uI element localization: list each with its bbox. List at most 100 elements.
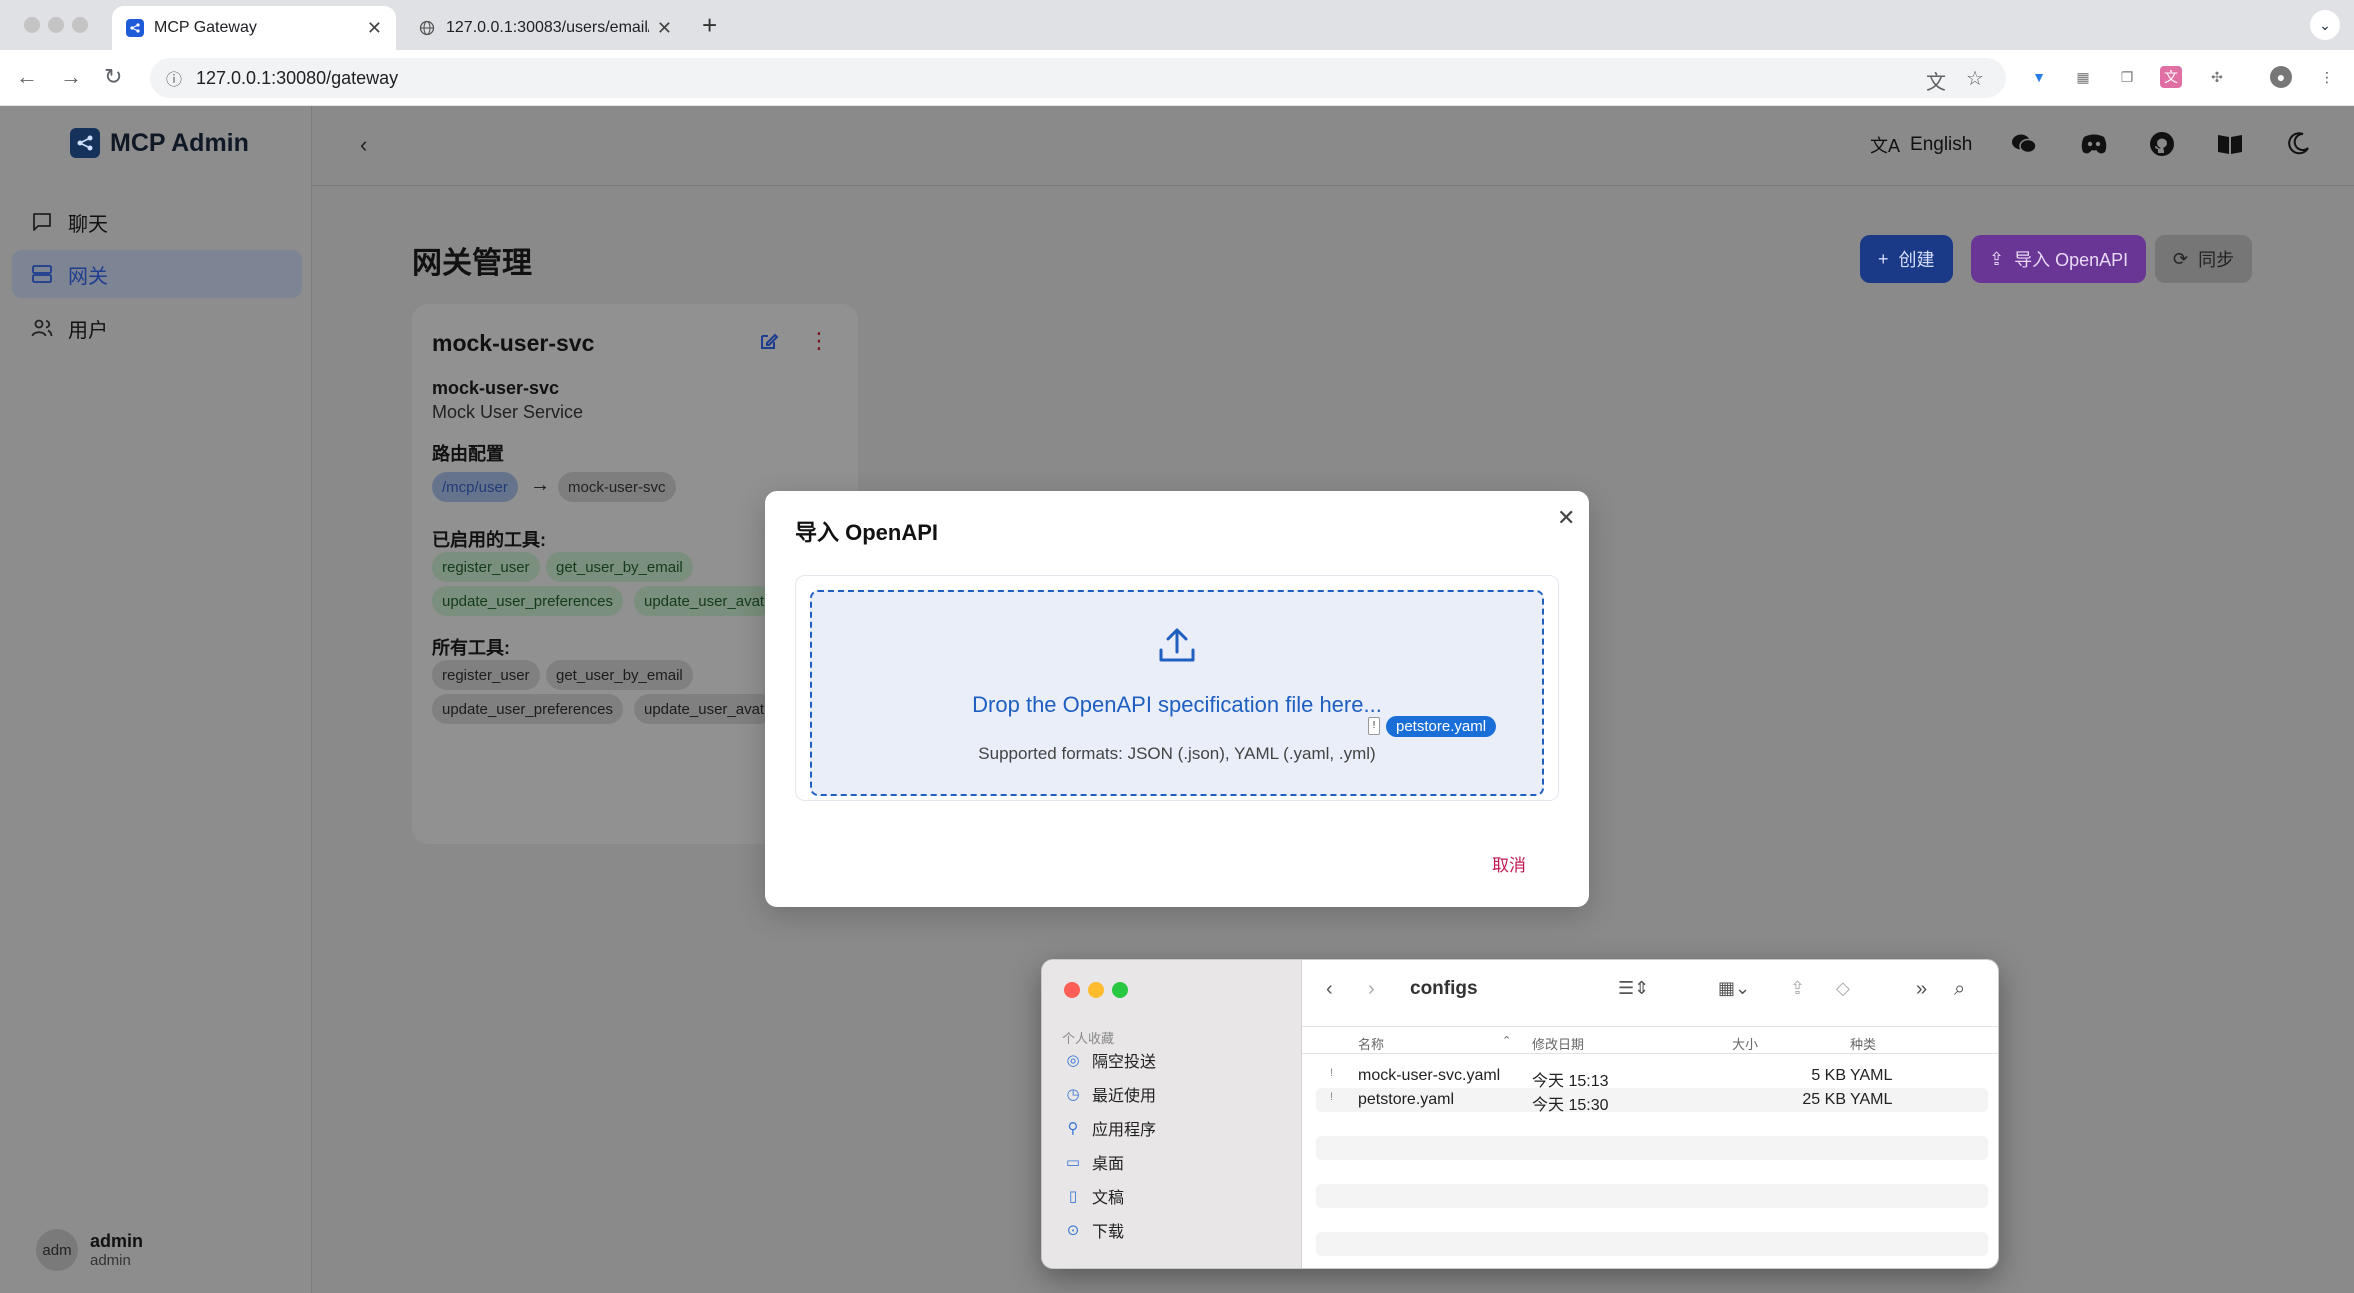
new-tab-button[interactable]: + xyxy=(702,10,717,41)
download-icon: ⊙ xyxy=(1066,1222,1080,1239)
dialog-title: 导入 OpenAPI xyxy=(795,520,939,545)
file-drop-zone[interactable]: Drop the OpenAPI specification file here… xyxy=(810,590,1544,796)
routing-section-label: 路由配置 xyxy=(432,444,504,464)
import-openapi-button[interactable]: ⇪ 导入 OpenAPI xyxy=(1971,235,2147,283)
file-size: 5 KB xyxy=(1811,1067,1846,1084)
enabled-tools-label: 已启用的工具: xyxy=(432,530,546,550)
upload-icon: ⇪ xyxy=(1989,248,2005,269)
gateway-favicon-icon xyxy=(126,19,144,37)
reload-icon[interactable]: ↻ xyxy=(104,64,122,90)
sidebar-item-label: 最近使用 xyxy=(1092,1088,1157,1105)
empty-row-stripe xyxy=(1316,1136,1988,1160)
tab-users-email[interactable]: 127.0.0.1:30083/users/email/ ✕ xyxy=(404,6,686,50)
translate-icon[interactable]: 文 xyxy=(1926,66,1946,95)
column-header-size[interactable]: 大小 xyxy=(1732,1034,1758,1053)
column-header-name[interactable]: 名称 xyxy=(1358,1034,1384,1053)
sidebar-item-label: 聊天 xyxy=(68,213,108,236)
dark-mode-moon-icon[interactable] xyxy=(2282,128,2314,160)
file-name: mock-user-svc.yaml xyxy=(1358,1067,1501,1084)
extension-translate-icon[interactable]: 文 xyxy=(2160,66,2182,88)
sidebar-item-applications[interactable]: ⚲ 应用程序 xyxy=(1064,1116,1157,1140)
sidebar-item-label: 网关 xyxy=(68,265,108,288)
github-icon[interactable] xyxy=(2146,128,2178,160)
column-header-date[interactable]: 修改日期 xyxy=(1532,1034,1584,1053)
forward-chevron-icon[interactable]: › xyxy=(1368,978,1375,1001)
address-bar[interactable]: ⓘ 127.0.0.1:30080/gateway 文 ☆ xyxy=(150,58,2006,98)
search-icon[interactable]: ⌕ xyxy=(1954,978,1965,1001)
list-view-icon[interactable]: ☰⇕ xyxy=(1618,978,1649,999)
sidebar-item-users[interactable]: 用户 xyxy=(12,304,302,352)
cancel-button[interactable]: 取消 xyxy=(1492,851,1526,876)
sidebar-item-label: 文稿 xyxy=(1092,1190,1125,1207)
sidebar-item-label: 下载 xyxy=(1092,1224,1125,1241)
supported-formats: Supported formats: JSON (.json), YAML (.… xyxy=(978,744,1376,763)
sync-button[interactable]: ⟳ 同步 xyxy=(2155,235,2253,283)
group-view-icon[interactable]: ▦⌄ xyxy=(1718,978,1750,999)
docs-book-icon[interactable] xyxy=(2214,128,2246,160)
sidebar-item-recents[interactable]: ◷ 最近使用 xyxy=(1064,1082,1156,1106)
finder-zoom-button[interactable] xyxy=(1112,982,1128,998)
sidebar-item-gateway[interactable]: 网关 xyxy=(12,250,302,298)
extensions-puzzle-icon[interactable]: ✣ xyxy=(2206,66,2228,88)
back-chevron-icon[interactable]: ‹ xyxy=(1326,978,1333,1001)
sidebar-item-label: 应用程序 xyxy=(1092,1122,1157,1139)
close-icon[interactable]: ✕ xyxy=(1557,505,1575,531)
tab-close-icon[interactable]: ✕ xyxy=(657,18,672,39)
file-name: petstore.yaml xyxy=(1358,1091,1455,1108)
forward-arrow-icon[interactable]: → xyxy=(60,64,82,90)
sidebar-item-documents[interactable]: ▯ 文稿 xyxy=(1064,1184,1124,1208)
tool-chip: get_user_by_email xyxy=(546,660,693,690)
column-headers: 名称 ⌃ 修改日期 大小 种类 xyxy=(1302,1026,1998,1054)
wechat-icon[interactable] xyxy=(2008,128,2040,160)
more-chevrons-icon[interactable]: » xyxy=(1916,978,1927,1001)
sidebar-item-desktop[interactable]: ▭ 桌面 xyxy=(1064,1150,1124,1174)
tool-chip: update_user_avat xyxy=(634,694,775,724)
discord-icon[interactable] xyxy=(2078,128,2110,160)
window-zoom-button[interactable] xyxy=(72,17,88,33)
extension-copy-icon[interactable]: ❐ xyxy=(2116,66,2138,88)
tag-icon[interactable]: ◇ xyxy=(1836,978,1850,999)
profile-avatar-icon[interactable]: ● xyxy=(2270,66,2292,88)
import-button-label: 导入 OpenAPI xyxy=(2014,250,2129,270)
file-row[interactable]: ! petstore.yaml 今天 15:30 25 KB YAML xyxy=(1316,1088,1988,1114)
file-kind: YAML xyxy=(1850,1067,1893,1084)
edit-icon[interactable] xyxy=(758,330,780,357)
current-folder-name: configs xyxy=(1410,978,1478,999)
create-button-label: 创建 xyxy=(1898,250,1935,270)
dragged-file: ! petstore.yaml xyxy=(1368,715,1497,737)
collapse-sidebar-icon[interactable]: ‹ xyxy=(360,132,367,158)
tab-close-icon[interactable]: ✕ xyxy=(367,18,382,39)
site-info-icon[interactable]: ⓘ xyxy=(166,66,182,90)
window-minimize-button[interactable] xyxy=(48,17,64,33)
browser-menu-icon[interactable]: ⋮ xyxy=(2316,66,2338,88)
sidebar-item-downloads[interactable]: ⊙ 下载 xyxy=(1064,1218,1124,1242)
plus-icon: + xyxy=(1878,248,1889,269)
arrow-right-icon: → xyxy=(530,474,550,496)
sync-icon: ⟳ xyxy=(2173,248,2189,269)
extension-v-icon[interactable]: ▼ xyxy=(2028,66,2050,88)
sidebar-item-label: 隔空投送 xyxy=(1092,1054,1157,1071)
tab-search-chevron-icon[interactable]: ⌄ xyxy=(2310,10,2340,40)
create-button[interactable]: + 创建 xyxy=(1860,235,1953,283)
app-topbar: ‹ 文A English xyxy=(312,106,2354,186)
finder-close-button[interactable] xyxy=(1064,982,1080,998)
language-switcher[interactable]: 文A English xyxy=(1870,132,1972,158)
file-row[interactable]: ! mock-user-svc.yaml 今天 15:13 5 KB YAML xyxy=(1316,1064,1988,1090)
extension-qr-icon[interactable]: ▦ xyxy=(2072,66,2094,88)
server-icon xyxy=(32,265,52,283)
more-options-icon[interactable]: ⋮ xyxy=(808,328,830,354)
share-icon[interactable]: ⇪ xyxy=(1790,978,1805,999)
window-close-button[interactable] xyxy=(24,17,40,33)
column-header-kind[interactable]: 种类 xyxy=(1850,1034,1876,1053)
finder-minimize-button[interactable] xyxy=(1088,982,1104,998)
sidebar-item-airdrop[interactable]: ◎ 隔空投送 xyxy=(1064,1048,1156,1072)
current-user[interactable]: adm admin admin xyxy=(36,1229,143,1271)
enabled-tool-chip: get_user_by_email xyxy=(546,552,693,582)
tab-mcp-gateway[interactable]: MCP Gateway ✕ xyxy=(112,6,396,50)
back-arrow-icon[interactable]: ← xyxy=(16,64,38,90)
chat-icon xyxy=(33,213,51,231)
bookmark-star-icon[interactable]: ☆ xyxy=(1966,66,1984,91)
sidebar-item-chat[interactable]: 聊天 xyxy=(12,198,302,246)
brand[interactable]: MCP Admin xyxy=(70,128,249,158)
globe-icon xyxy=(418,19,436,37)
